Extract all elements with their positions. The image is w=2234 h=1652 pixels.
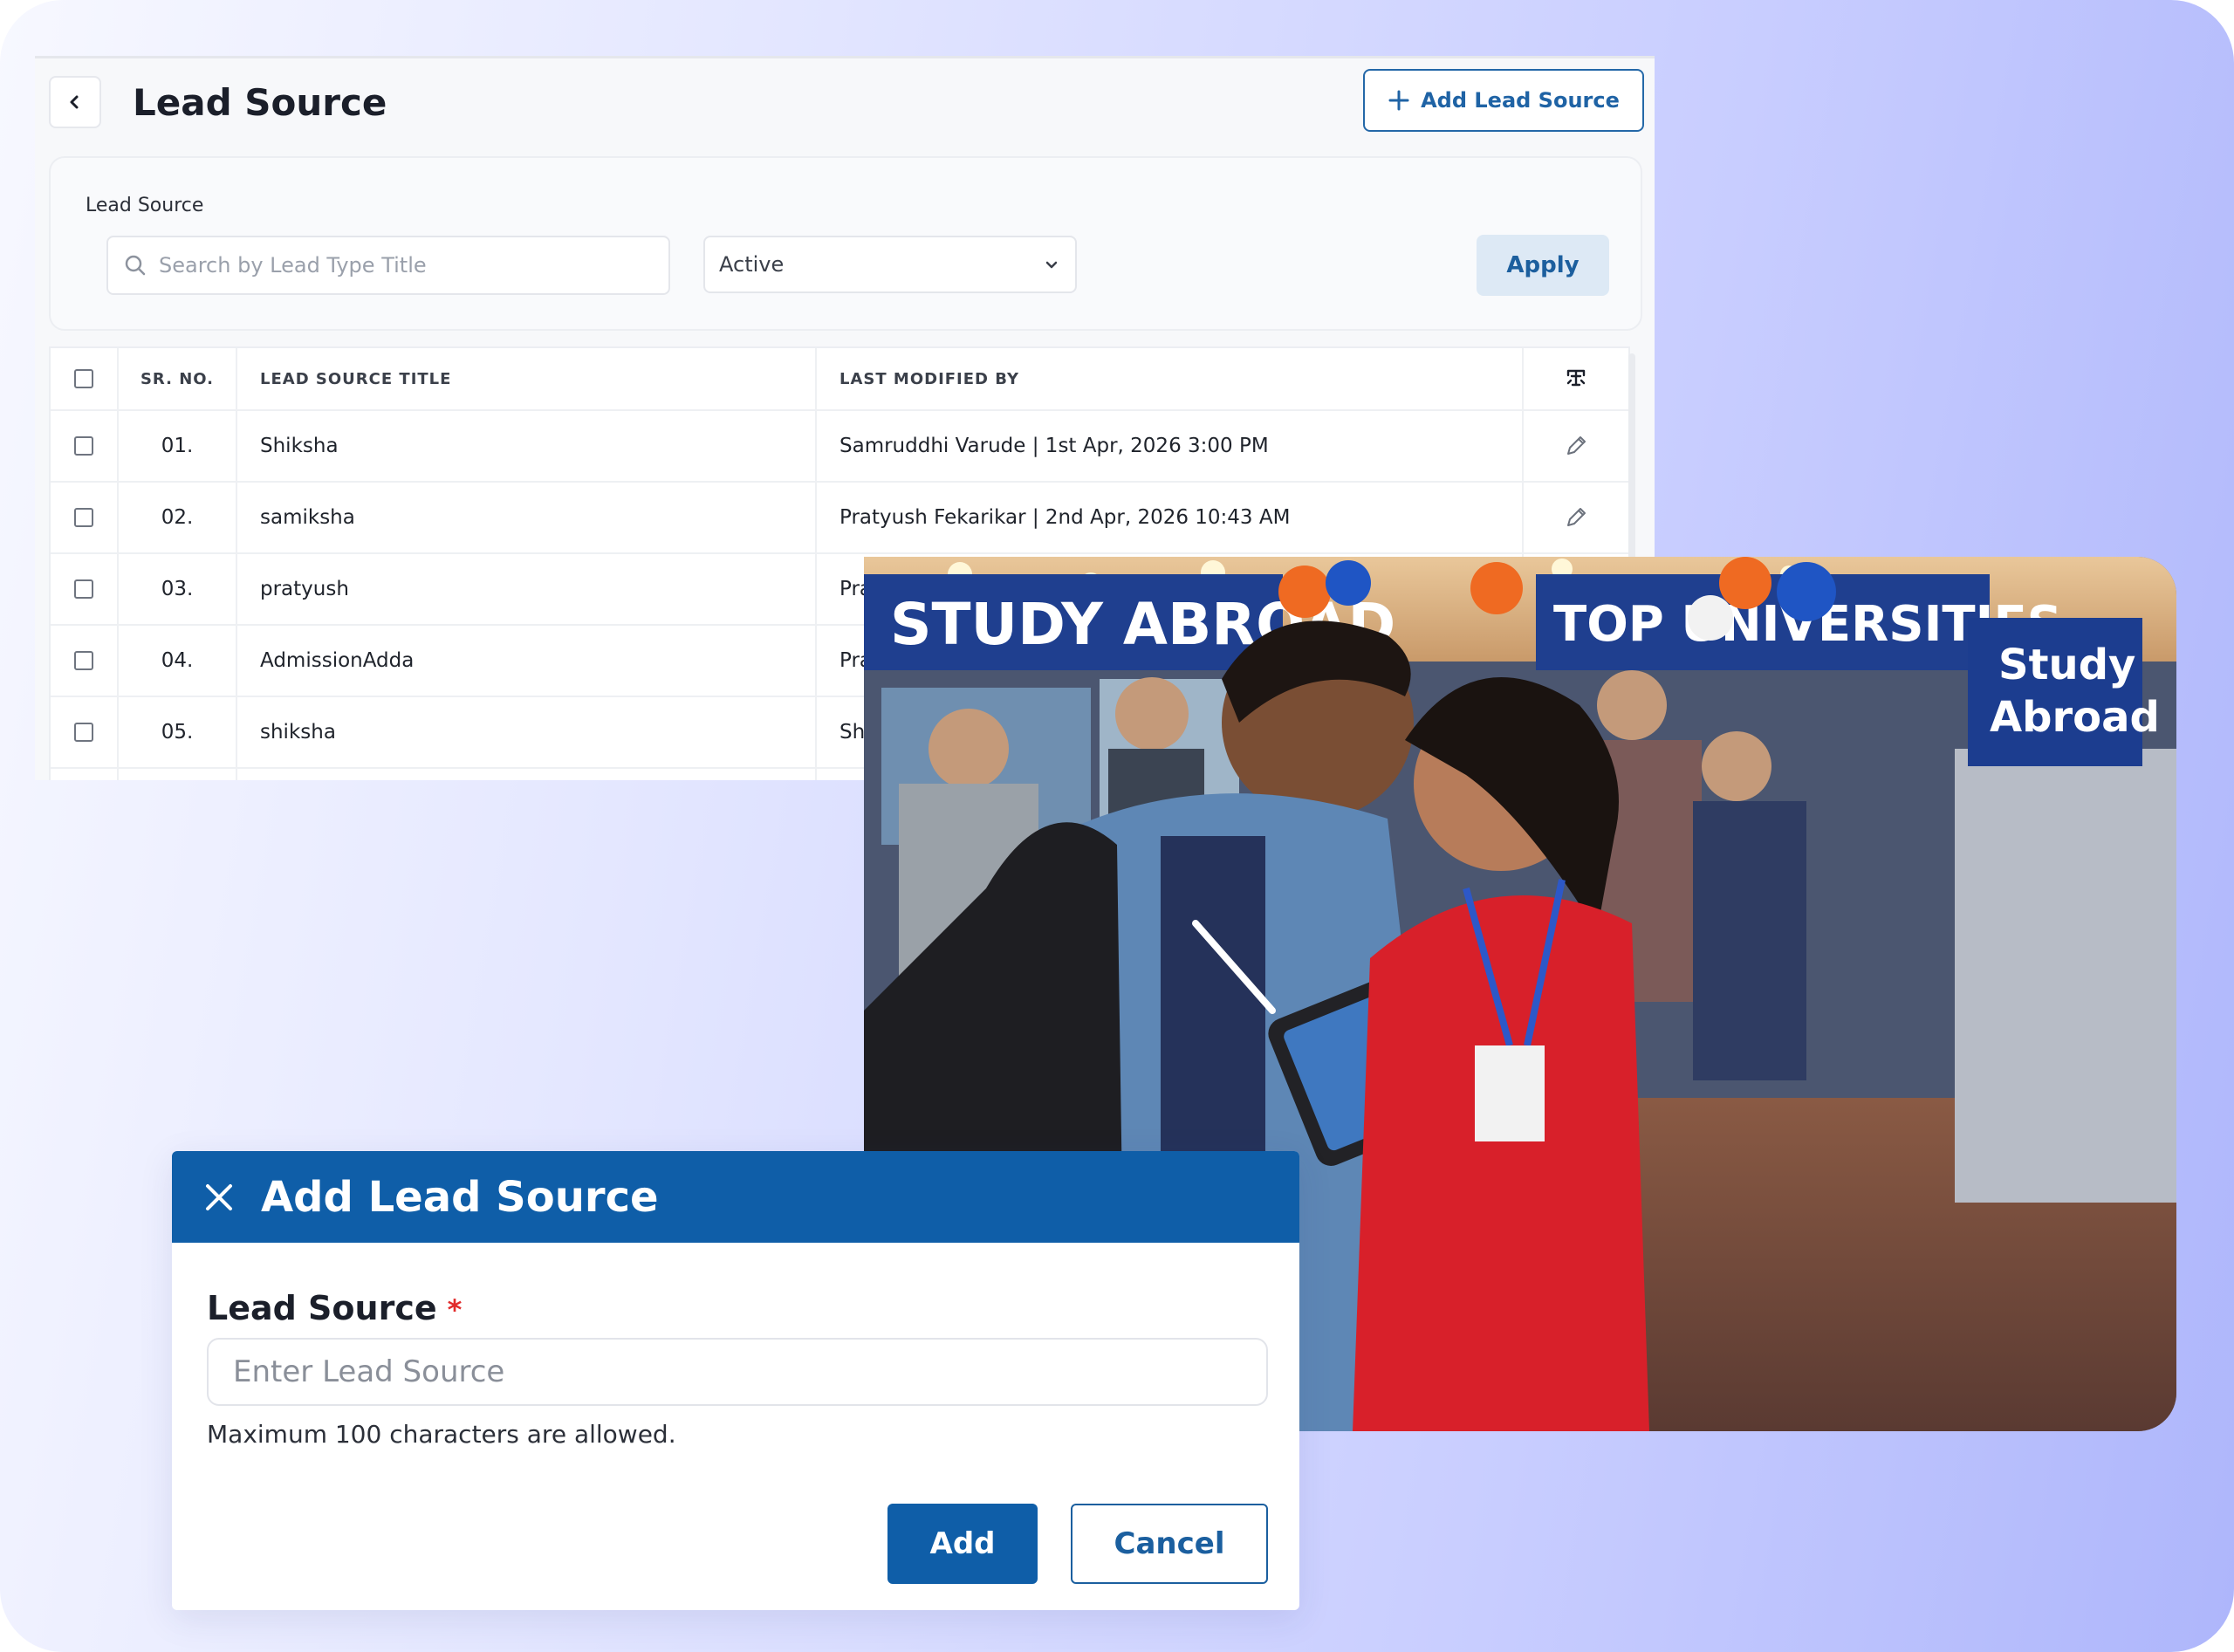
column-settings-cell: [1524, 348, 1628, 409]
plus-icon: [1388, 90, 1409, 111]
select-all-checkbox[interactable]: [74, 369, 93, 388]
row-sr-no: 05.: [119, 697, 237, 767]
row-checkbox[interactable]: [74, 651, 93, 670]
lead-source-field[interactable]: [207, 1338, 1268, 1406]
edit-pencil-icon[interactable]: [1564, 434, 1588, 458]
close-icon[interactable]: [203, 1182, 235, 1213]
field-hint: Maximum 100 characters are allowed.: [207, 1420, 676, 1449]
row-modified: Pratyush Fekarikar | 2nd Apr, 2026 10:43…: [817, 483, 1524, 552]
table-row: 01. Shiksha Samruddhi Varude | 1st Apr, …: [51, 411, 1628, 483]
row-checkbox[interactable]: [74, 579, 93, 599]
status-selected-value: Active: [719, 252, 785, 277]
search-input[interactable]: [159, 253, 648, 278]
select-all-cell: [51, 348, 119, 409]
row-sr-no: 03.: [119, 554, 237, 624]
row-modified: Samruddhi Varude | 1st Apr, 2026 3:00 PM: [817, 411, 1524, 481]
add-lead-source-button[interactable]: Add Lead Source: [1363, 69, 1644, 132]
row-checkbox[interactable]: [74, 723, 93, 742]
dialog-header: Add Lead Source: [172, 1151, 1299, 1243]
row-action-cell: [1524, 411, 1628, 481]
row-checkbox-cell: [51, 483, 119, 552]
back-button[interactable]: [49, 76, 101, 128]
apply-button[interactable]: Apply: [1477, 235, 1609, 296]
column-header-modified[interactable]: LAST MODIFIED BY: [817, 348, 1524, 409]
row-sr-no: 01.: [119, 411, 237, 481]
required-mark: *: [447, 1293, 463, 1326]
filter-label: Lead Source: [86, 195, 204, 216]
cancel-button[interactable]: Cancel: [1071, 1504, 1268, 1584]
add-button[interactable]: Add: [887, 1504, 1038, 1584]
row-checkbox[interactable]: [74, 508, 93, 527]
page-title: Lead Source: [133, 80, 387, 124]
table-row: 02. samiksha Pratyush Fekarikar | 2nd Ap…: [51, 483, 1628, 554]
add-lead-source-label: Add Lead Source: [1421, 88, 1620, 113]
lead-source-input[interactable]: [233, 1354, 1245, 1389]
column-settings-icon[interactable]: [1563, 366, 1589, 392]
row-title: Shiksha: [237, 411, 817, 481]
table-header-row: SR. NO. LEAD SOURCE TITLE LAST MODIFIED …: [51, 348, 1628, 411]
column-header-title[interactable]: LEAD SOURCE TITLE: [237, 348, 817, 409]
add-lead-source-dialog: Add Lead Source Lead Source * Maximum 100…: [172, 1151, 1299, 1610]
row-sr-no: 02.: [119, 483, 237, 552]
row-title: samiksha: [237, 483, 817, 552]
status-select[interactable]: Active: [703, 236, 1077, 293]
row-checkbox-cell: [51, 626, 119, 696]
row-title: pratyush: [237, 554, 817, 624]
field-label-text: Lead Source: [207, 1289, 437, 1327]
row-sr-no: 04.: [119, 626, 237, 696]
search-field[interactable]: [106, 236, 670, 295]
row-checkbox-cell: [51, 554, 119, 624]
chevron-left-icon: [70, 95, 79, 109]
chevron-down-icon: [1045, 261, 1058, 269]
search-icon: [125, 255, 146, 276]
edit-pencil-icon[interactable]: [1564, 505, 1588, 530]
row-checkbox-cell: [51, 697, 119, 767]
filter-card: Lead Source Active Apply: [49, 156, 1642, 331]
dialog-title: Add Lead Source: [261, 1172, 659, 1222]
row-title: shiksha: [237, 697, 817, 767]
sign-abroad: Abroad: [1990, 693, 2160, 742]
row-action-cell: [1524, 483, 1628, 552]
row-checkbox[interactable]: [74, 436, 93, 456]
row-checkbox-cell: [51, 411, 119, 481]
row-title: AdmissionAdda: [237, 626, 817, 696]
lead-source-field-label: Lead Source *: [207, 1289, 462, 1327]
sign-study: Study: [1998, 641, 2135, 689]
column-header-sr[interactable]: SR. NO.: [119, 348, 237, 409]
